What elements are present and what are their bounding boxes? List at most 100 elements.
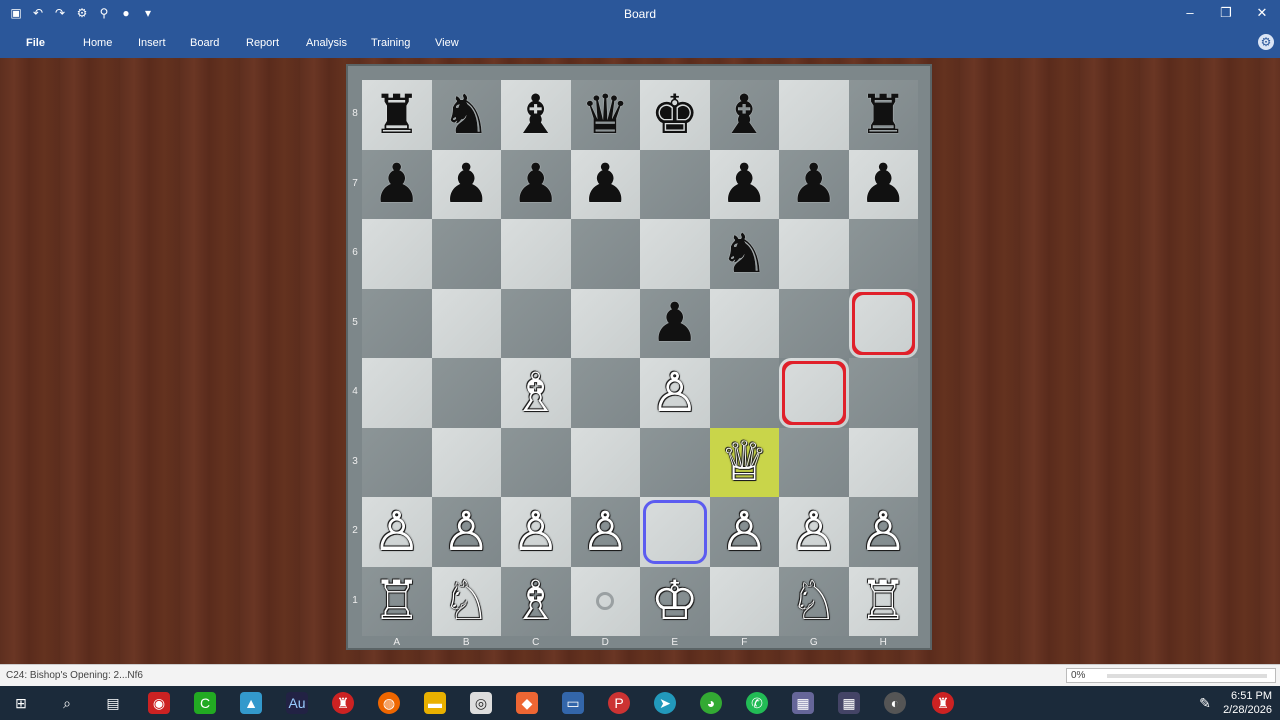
piece-f2[interactable]: ♙ [720, 504, 768, 559]
piece-h1[interactable]: ♖ [859, 574, 907, 628]
square-f4[interactable] [709, 358, 779, 428]
app-icon[interactable]: ▦ [792, 692, 814, 714]
square-d6[interactable] [570, 219, 640, 289]
pen-icon[interactable]: ✎ [1194, 692, 1216, 714]
chrome-icon[interactable]: ◕ [700, 692, 722, 714]
piece-a7[interactable]: ♟ [373, 157, 421, 211]
square-h1[interactable]: ♖ [848, 566, 918, 636]
piece-f7[interactable]: ♟ [720, 157, 768, 211]
windows-start-icon[interactable]: ⊞ [10, 692, 32, 714]
square-b4[interactable] [431, 358, 501, 428]
app-icon[interactable]: ▭ [562, 692, 584, 714]
piece-d8[interactable]: ♛ [581, 87, 629, 142]
powerpoint-icon[interactable]: P [608, 692, 630, 714]
square-d3[interactable] [570, 427, 640, 497]
square-h7[interactable]: ♟ [848, 149, 918, 219]
settings-icon[interactable]: ⚙ [1258, 34, 1274, 50]
square-g8[interactable] [779, 80, 849, 150]
piece-e4[interactable]: ♙ [651, 365, 699, 420]
square-g4[interactable] [779, 358, 849, 428]
whatsapp-icon[interactable]: ✆ [746, 692, 768, 714]
piece-b2[interactable]: ♙ [442, 504, 490, 559]
tab-home[interactable]: Home [83, 37, 112, 49]
chess-app-active-icon[interactable]: ♜ [932, 692, 954, 714]
square-e5[interactable]: ♟ [640, 288, 710, 358]
piece-c4[interactable]: ♗ [512, 365, 560, 420]
square-b1[interactable]: ♘ [431, 566, 501, 636]
piece-c1[interactable]: ♗ [512, 574, 560, 628]
tab-insert[interactable]: Insert [138, 37, 166, 49]
square-h2[interactable]: ♙ [848, 497, 918, 567]
square-b2[interactable]: ♙ [431, 497, 501, 567]
app-icon[interactable]: ◐ [884, 692, 906, 714]
tab-analysis[interactable]: Analysis [306, 37, 347, 49]
telegram-icon[interactable]: ➤ [654, 692, 676, 714]
restore-button[interactable]: ❐ [1208, 0, 1244, 28]
square-g7[interactable]: ♟ [779, 149, 849, 219]
piece-b7[interactable]: ♟ [442, 157, 490, 211]
square-g1[interactable]: ♘ [779, 566, 849, 636]
piece-e8[interactable]: ♚ [651, 87, 699, 142]
square-f8[interactable]: ♝ [709, 80, 779, 150]
square-h6[interactable] [848, 219, 918, 289]
square-d1[interactable] [570, 566, 640, 636]
square-d4[interactable] [570, 358, 640, 428]
piece-b8[interactable]: ♞ [442, 87, 490, 142]
square-a6[interactable] [362, 219, 432, 289]
piece-e1[interactable]: ♔ [651, 574, 699, 628]
piece-g2[interactable]: ♙ [790, 504, 838, 559]
piece-g7[interactable]: ♟ [790, 157, 838, 211]
piece-h8[interactable]: ♜ [859, 87, 907, 142]
square-g6[interactable] [779, 219, 849, 289]
square-f2[interactable]: ♙ [709, 497, 779, 567]
search-icon[interactable]: ⌕ [56, 692, 78, 714]
piece-h7[interactable]: ♟ [859, 157, 907, 211]
app-icon[interactable]: ◆ [516, 692, 538, 714]
square-c1[interactable]: ♗ [501, 566, 571, 636]
tab-report[interactable]: Report [246, 37, 279, 49]
square-f5[interactable] [709, 288, 779, 358]
square-d2[interactable]: ♙ [570, 497, 640, 567]
square-e3[interactable] [640, 427, 710, 497]
square-b7[interactable]: ♟ [431, 149, 501, 219]
square-b8[interactable]: ♞ [431, 80, 501, 150]
audition-icon[interactable]: Au [286, 692, 308, 714]
square-a5[interactable] [362, 288, 432, 358]
piece-c7[interactable]: ♟ [512, 157, 560, 211]
piece-a8[interactable]: ♜ [373, 87, 421, 142]
piece-f6[interactable]: ♞ [720, 226, 768, 281]
square-c4[interactable]: ♗ [501, 358, 571, 428]
chess-board[interactable]: ♜ ♞ ♝ ♛ ♚ ♝ ♜ ♟ ♟ ♟ ♟ ♟ ♟ ♟ ♞ ♟ ♗ ♙ ♕ ♙ ♙ ♙ ♙ ♙ ♙ ♙ ♖ ♘ ♗ ♔ ♘ ♖ [362, 80, 918, 636]
square-d5[interactable] [570, 288, 640, 358]
square-d8[interactable]: ♛ [570, 80, 640, 150]
app-icon[interactable]: ▲ [240, 692, 262, 714]
square-a8[interactable]: ♜ [362, 80, 432, 150]
task-view-icon[interactable]: ▤ [102, 692, 124, 714]
square-g3[interactable] [779, 427, 849, 497]
square-e6[interactable] [640, 219, 710, 289]
piece-f8[interactable]: ♝ [720, 87, 768, 142]
square-h3[interactable] [848, 427, 918, 497]
square-g5[interactable] [779, 288, 849, 358]
square-f3[interactable]: ♕ [709, 427, 779, 497]
square-e7[interactable] [640, 149, 710, 219]
chess-app-icon[interactable]: ♜ [332, 692, 354, 714]
square-a3[interactable] [362, 427, 432, 497]
app-icon[interactable]: ◉ [148, 692, 170, 714]
piece-d7[interactable]: ♟ [581, 157, 629, 211]
square-e1[interactable]: ♔ [640, 566, 710, 636]
piece-d2[interactable]: ♙ [581, 504, 629, 559]
square-c8[interactable]: ♝ [501, 80, 571, 150]
piece-g1[interactable]: ♘ [790, 574, 838, 628]
square-a7[interactable]: ♟ [362, 149, 432, 219]
square-d7[interactable]: ♟ [570, 149, 640, 219]
system-clock[interactable]: 6:51 PM 2/28/2026 [1223, 689, 1272, 717]
calculator-icon[interactable]: ▦ [838, 692, 860, 714]
minimize-button[interactable]: – [1172, 0, 1208, 28]
camtasia-icon[interactable]: C [194, 692, 216, 714]
square-b3[interactable] [431, 427, 501, 497]
tab-file[interactable]: File [26, 37, 45, 49]
piece-a1[interactable]: ♖ [373, 574, 421, 628]
square-e2[interactable] [640, 497, 710, 567]
close-button[interactable]: ✕ [1244, 0, 1280, 28]
